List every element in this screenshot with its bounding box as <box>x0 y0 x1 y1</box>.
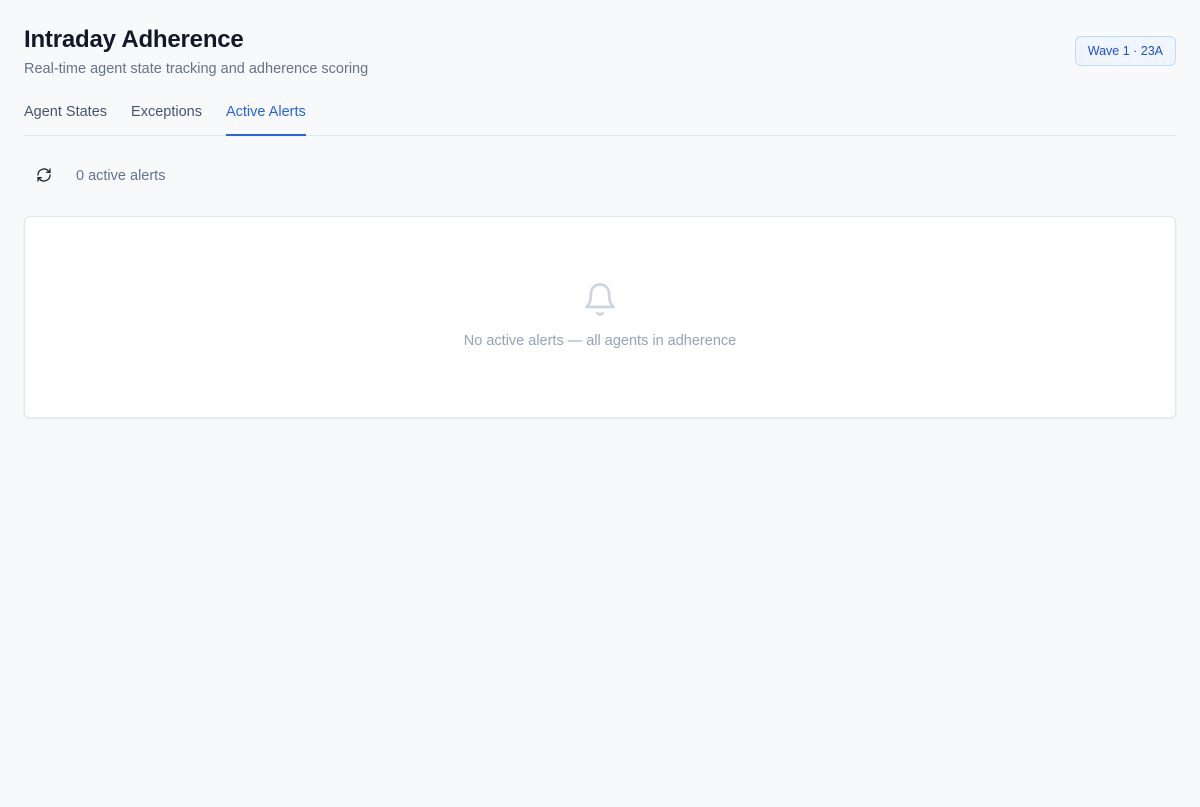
bell-icon <box>582 281 618 321</box>
tab-agent-states[interactable]: Agent States <box>24 96 107 136</box>
refresh-icon <box>36 167 52 186</box>
tab-bar: Agent States Exceptions Active Alerts <box>24 96 1176 136</box>
empty-state-message: No active alerts — all agents in adheren… <box>463 333 737 349</box>
page-subtitle: Real-time agent state tracking and adher… <box>24 61 369 77</box>
active-alerts-count: 0 active alerts <box>76 168 166 184</box>
page-title: Intraday Adherence <box>24 26 244 53</box>
adherence-page: Intraday Adherence Real-time agent state… <box>0 0 1200 807</box>
alerts-toolbar: 0 active alerts <box>24 136 1176 216</box>
tab-exceptions[interactable]: Exceptions <box>131 96 202 136</box>
refresh-button[interactable] <box>32 164 56 188</box>
wave-badge: Wave 1 · 23A <box>1074 36 1176 66</box>
tab-active-alerts[interactable]: Active Alerts <box>225 96 306 136</box>
alerts-panel: No active alerts — all agents in adheren… <box>24 216 1176 418</box>
page-header: Intraday Adherence Real-time agent state… <box>24 0 1176 96</box>
